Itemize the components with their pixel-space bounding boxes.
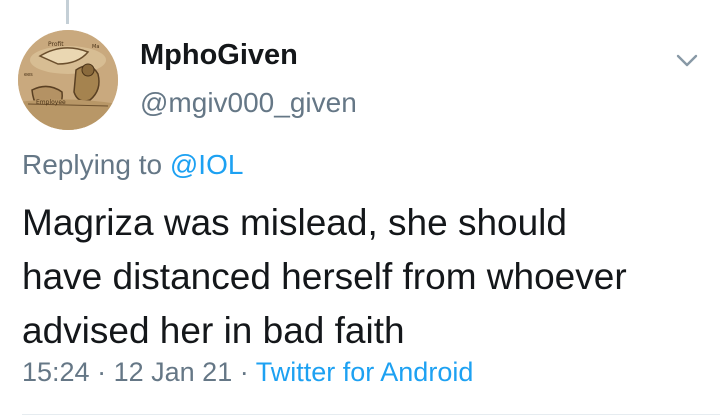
replying-to-mention[interactable]: @IOL	[170, 149, 244, 180]
tweet-text-line: advised her in bad faith	[22, 310, 405, 351]
avatar-label-ma: Ma	[92, 44, 99, 50]
avatar-label-profit: Profit	[48, 41, 64, 48]
tweet-text: Magriza was mislead, she should have dis…	[22, 196, 702, 358]
more-options-button[interactable]	[672, 46, 702, 76]
tweet-metadata: 15:24 · 12 Jan 21 · Twitter for Android	[22, 357, 474, 388]
tweet-text-line: have distanced herself from whoever	[22, 256, 627, 297]
meta-separator: ·	[97, 357, 107, 387]
thread-connector-line	[66, 0, 69, 24]
replying-to-prefix: Replying to	[22, 149, 163, 180]
meta-separator: ·	[239, 357, 249, 387]
replying-to-line: Replying to @IOL	[22, 149, 244, 181]
tweet-source-link[interactable]: Twitter for Android	[256, 357, 474, 387]
tweet-time[interactable]: 15:24	[22, 357, 90, 387]
tweet-date[interactable]: 12 Jan 21	[114, 357, 233, 387]
chevron-down-icon	[676, 54, 698, 67]
avatar-image: Profit Ma ees Employee	[18, 30, 118, 130]
avatar[interactable]: Profit Ma ees Employee	[18, 30, 118, 130]
tweet-text-line: Magriza was mislead, she should	[22, 202, 567, 243]
avatar-label-employee: Employee	[36, 99, 66, 106]
author-display-name[interactable]: MphoGiven	[140, 39, 298, 72]
divider	[22, 414, 720, 415]
author-handle[interactable]: @mgiv000_given	[140, 87, 357, 119]
avatar-label-ees: ees	[24, 72, 33, 78]
